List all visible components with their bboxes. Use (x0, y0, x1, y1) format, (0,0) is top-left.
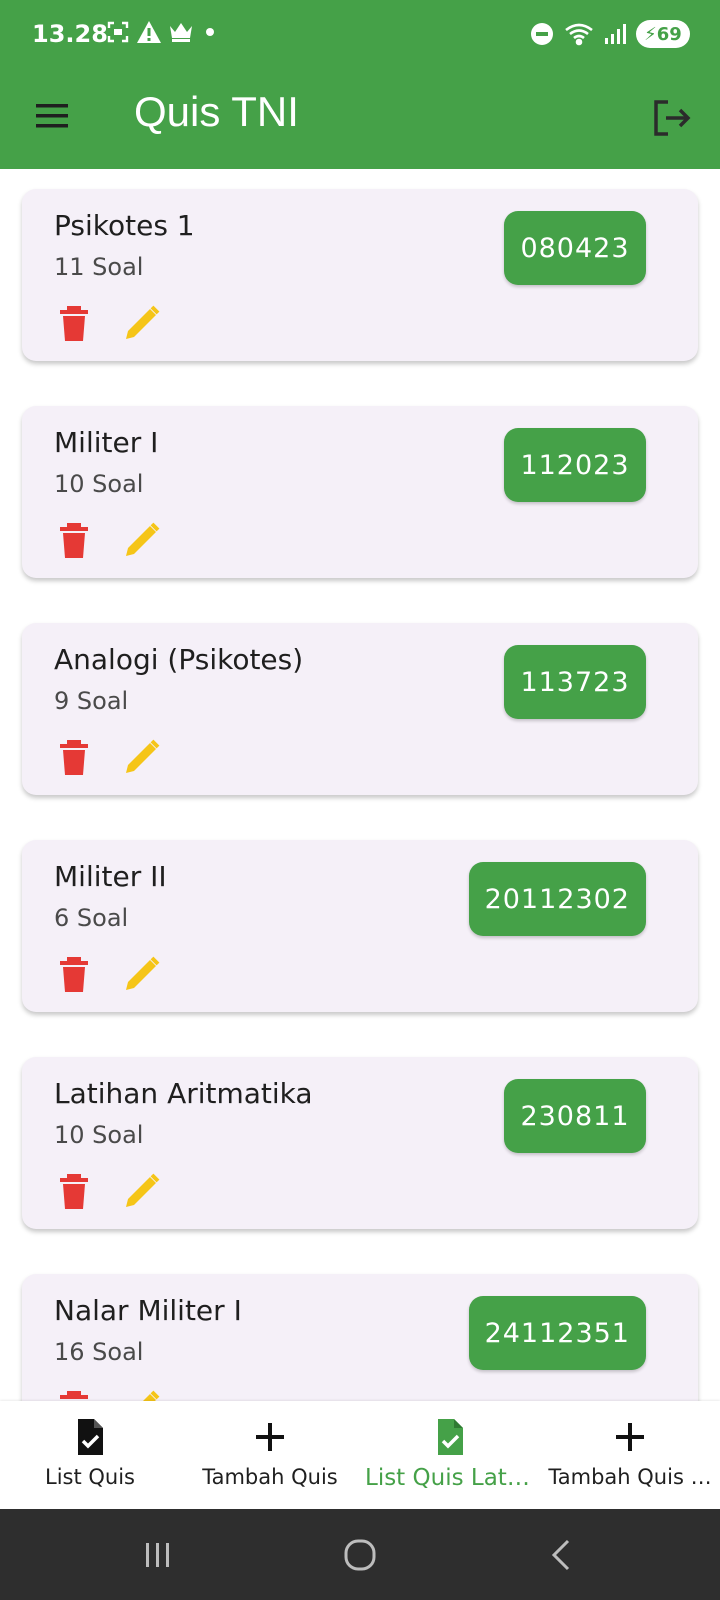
plus-icon (256, 1423, 284, 1451)
quiz-title: Militer II (54, 860, 167, 893)
delete-button[interactable] (54, 954, 94, 994)
edit-button[interactable] (122, 303, 162, 343)
quiz-question-count: 16 Soal (54, 1338, 144, 1366)
pencil-icon (126, 305, 160, 339)
logout-icon (654, 100, 691, 136)
quiz-code-button[interactable]: 080423 (504, 211, 646, 285)
edit-button[interactable] (122, 737, 162, 777)
quiz-card[interactable]: Nalar Militer I 16 Soal 24112351 (22, 1274, 698, 1401)
delete-button[interactable] (54, 303, 94, 343)
pencil-icon (143, 1390, 160, 1401)
home-icon (344, 1539, 376, 1571)
menu-button[interactable] (32, 96, 72, 136)
pencil-icon (126, 956, 160, 990)
quiz-title: Psikotes 1 (54, 209, 195, 242)
system-navigation-bar (0, 1509, 720, 1600)
app-header: 13.28 ⚡ 69 Quis TNI (0, 0, 720, 169)
quiz-list[interactable]: Psikotes 1 11 Soal 080423 Militer I 10 S… (0, 169, 720, 1401)
status-notification-icons (106, 20, 214, 44)
document-check-icon (78, 1419, 103, 1455)
status-system-icons: ⚡ 69 (530, 20, 690, 48)
nav-tambah-quis-latihan[interactable]: Tambah Quis … (540, 1401, 720, 1509)
document-check-icon (438, 1419, 463, 1455)
pencil-icon (126, 522, 160, 556)
back-button[interactable] (540, 1533, 584, 1577)
quiz-title: Militer I (54, 426, 159, 459)
delete-button[interactable] (54, 520, 94, 560)
plus-icon (616, 1423, 644, 1451)
delete-button[interactable] (54, 1171, 94, 1211)
edit-button[interactable] (122, 954, 162, 994)
nav-label: Tambah Quis … (548, 1465, 712, 1489)
trash-icon (60, 740, 88, 775)
trash-icon (60, 523, 88, 558)
bottom-navigation: List Quis Tambah Quis List Quis Lati… Ta… (0, 1401, 720, 1509)
battery-level: 69 (656, 23, 682, 45)
edit-button[interactable] (122, 1388, 162, 1401)
recent-apps-icon (146, 1543, 169, 1567)
delete-button[interactable] (54, 1388, 94, 1401)
trash-icon (60, 1391, 88, 1399)
quiz-title: Nalar Militer I (54, 1294, 242, 1327)
quiz-card[interactable]: Militer I 10 Soal 112023 (22, 406, 698, 578)
back-icon (551, 1539, 570, 1571)
charging-icon: ⚡ (644, 23, 657, 45)
quiz-code-button[interactable]: 24112351 (468, 1296, 646, 1370)
quiz-card[interactable]: Psikotes 1 11 Soal 080423 (22, 189, 698, 361)
home-button[interactable] (338, 1533, 382, 1577)
do-not-disturb-icon (531, 23, 553, 45)
quiz-question-count: 10 Soal (54, 1121, 144, 1149)
edit-button[interactable] (122, 520, 162, 560)
nav-label: Tambah Quis (202, 1465, 338, 1489)
quiz-question-count: 10 Soal (54, 470, 144, 498)
hamburger-icon (36, 104, 68, 128)
trash-icon (60, 306, 88, 341)
trash-icon (60, 957, 88, 992)
quiz-code-button[interactable]: 230811 (504, 1079, 646, 1153)
edit-button[interactable] (122, 1171, 162, 1211)
quiz-code-button[interactable]: 113723 (504, 645, 646, 719)
delete-button[interactable] (54, 737, 94, 777)
quiz-card[interactable]: Analogi (Psikotes) 9 Soal 113723 (22, 623, 698, 795)
pencil-icon (126, 1173, 160, 1207)
quiz-question-count: 11 Soal (54, 253, 144, 281)
recent-apps-button[interactable] (136, 1533, 180, 1577)
quiz-code-button[interactable]: 112023 (504, 428, 646, 502)
screenshot-icon (107, 21, 129, 43)
battery-indicator: ⚡ 69 (636, 20, 690, 48)
quiz-code-button[interactable]: 20112302 (468, 862, 646, 936)
nav-list-quis-latihan[interactable]: List Quis Lati… (360, 1401, 540, 1509)
quiz-question-count: 9 Soal (54, 687, 129, 715)
quiz-question-count: 6 Soal (54, 904, 129, 932)
signal-icon (605, 24, 626, 44)
nav-tambah-quis[interactable]: Tambah Quis (180, 1401, 360, 1509)
status-time: 13.28 (32, 20, 108, 48)
quiz-card[interactable]: Militer II 6 Soal 20112302 (22, 840, 698, 1012)
notification-dot (206, 28, 214, 36)
logout-button[interactable] (650, 96, 694, 140)
nav-label: List Quis Lati… (365, 1465, 535, 1491)
trash-icon (60, 1174, 88, 1209)
quiz-title: Latihan Aritmatika (54, 1077, 313, 1110)
nav-label: List Quis (45, 1465, 135, 1489)
status-bar: 13.28 ⚡ 69 (0, 0, 720, 68)
crown-icon (170, 23, 192, 42)
quiz-card[interactable]: Latihan Aritmatika 10 Soal 230811 (22, 1057, 698, 1229)
nav-list-quis[interactable]: List Quis (0, 1401, 180, 1509)
warning-icon (137, 21, 161, 43)
page-title: Quis TNI (134, 88, 299, 135)
quiz-title: Analogi (Psikotes) (54, 643, 304, 676)
pencil-icon (126, 739, 160, 773)
wifi-icon (565, 23, 593, 46)
